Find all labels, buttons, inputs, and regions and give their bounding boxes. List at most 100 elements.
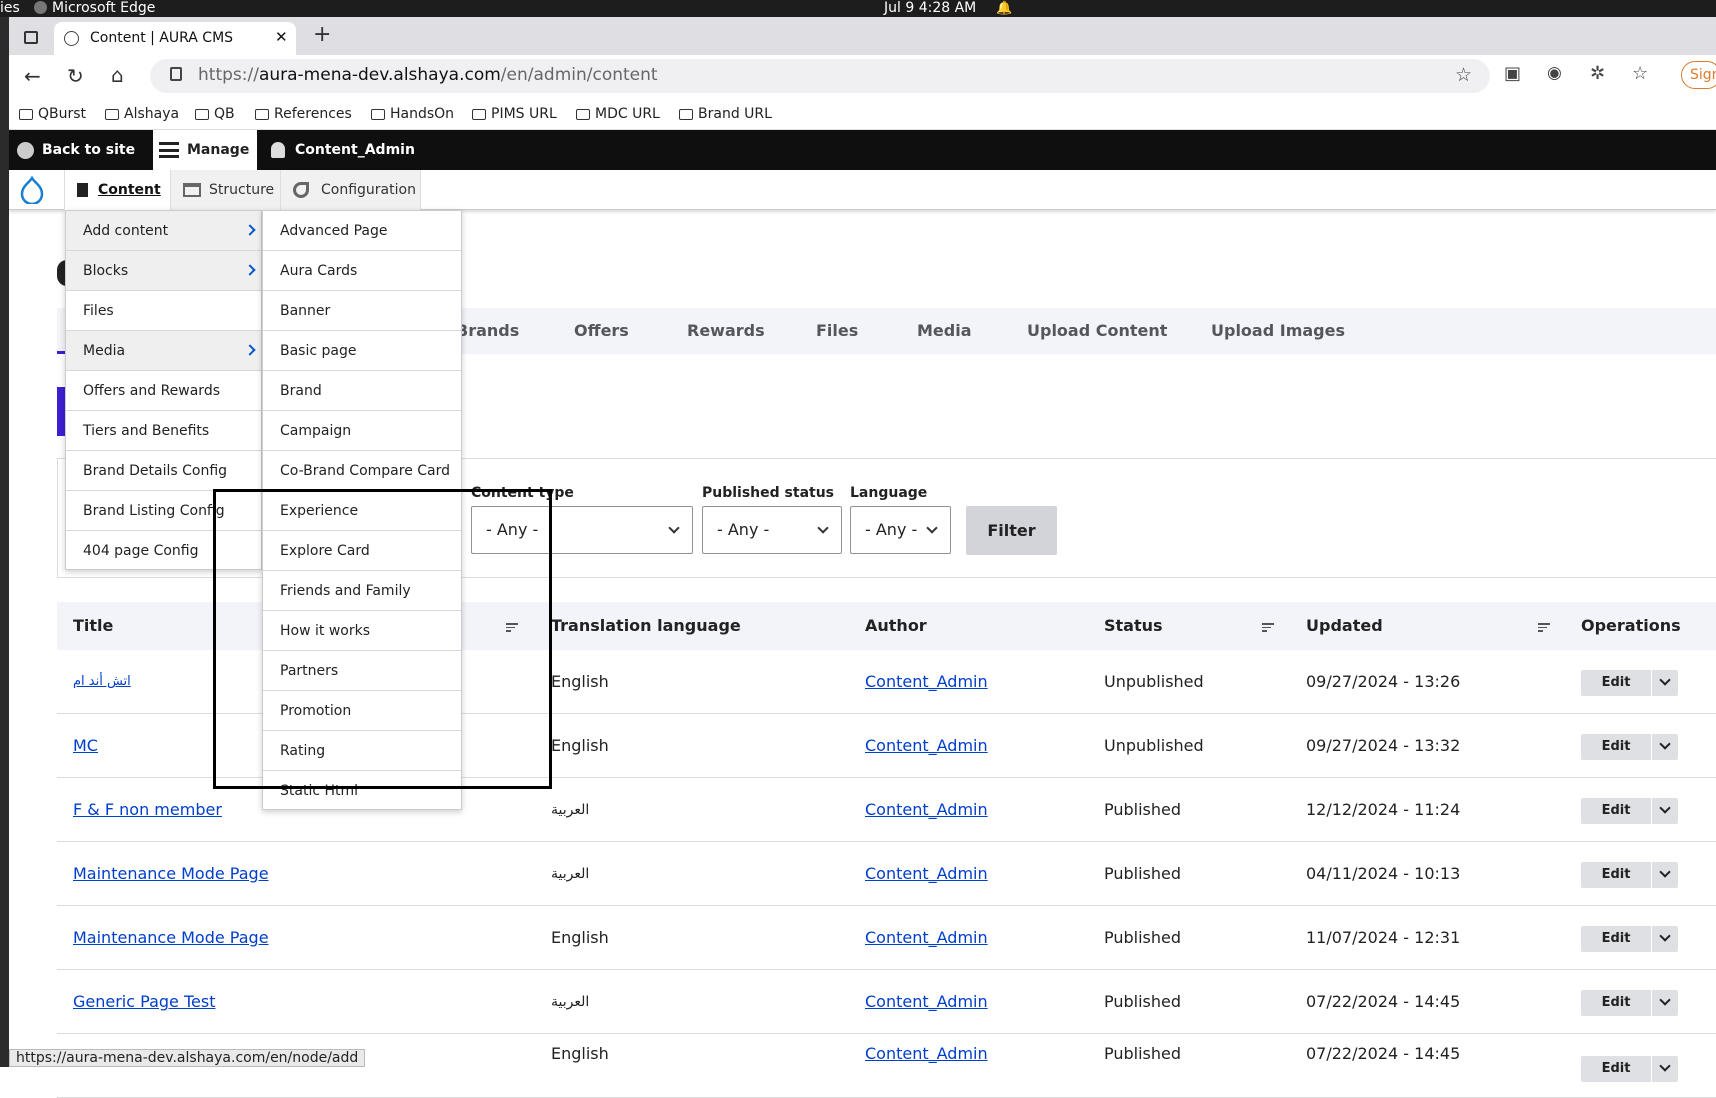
content-type-select[interactable]: - Any - <box>471 506 693 554</box>
camera-icon[interactable]: ◉ <box>1547 63 1562 83</box>
edit-button[interactable]: Edit <box>1581 1056 1651 1082</box>
submenu-static-html[interactable]: Static Html <box>263 771 461 809</box>
col-updated[interactable]: Updated <box>1306 602 1383 650</box>
filter-button[interactable]: Filter <box>966 506 1057 555</box>
drupal-logo-icon[interactable] <box>19 175 45 206</box>
bookmark-mdc-url[interactable]: MDC URL <box>576 103 660 125</box>
row-author-link[interactable]: Content_Admin <box>865 650 988 714</box>
tray-structure[interactable]: Structure <box>171 170 281 210</box>
edit-button[interactable]: Edit <box>1581 926 1651 952</box>
reload-icon[interactable]: ↻ <box>67 64 84 88</box>
language-select[interactable]: - Any - <box>850 506 951 554</box>
tab-upload-images[interactable]: Upload Images <box>1211 308 1345 354</box>
submenu-co-brand-compare-card[interactable]: Co-Brand Compare Card <box>263 451 461 491</box>
app-name[interactable]: Microsoft Edge <box>52 0 155 16</box>
sort-icon[interactable] <box>1262 623 1274 634</box>
sort-icon[interactable] <box>1538 623 1550 634</box>
back-to-site-link[interactable]: Back to site <box>17 130 135 170</box>
bookmark-brand-url[interactable]: Brand URL <box>679 103 772 125</box>
row-author-link[interactable]: Content_Admin <box>865 1022 988 1086</box>
operations-dropdown[interactable] <box>1652 862 1678 888</box>
star-icon[interactable]: ☆ <box>1455 64 1472 86</box>
tray-content[interactable]: Content <box>64 170 171 210</box>
edit-button[interactable]: Edit <box>1581 990 1651 1016</box>
address-bar[interactable]: https://aura-mena-dev.alshaya.com/en/adm… <box>150 59 1490 93</box>
bookmark-pims-url[interactable]: PIMS URL <box>472 103 557 125</box>
menu-add-content[interactable]: Add content <box>66 211 261 251</box>
row-title-link[interactable]: Maintenance Mode Page <box>73 906 269 970</box>
operations-dropdown[interactable] <box>1652 990 1678 1016</box>
tab-actions-icon[interactable] <box>24 31 38 44</box>
submenu-rating[interactable]: Rating <box>263 731 461 771</box>
submenu-how-it-works[interactable]: How it works <box>263 611 461 651</box>
apps-icon[interactable]: ▣ <box>1504 63 1521 84</box>
tab-media[interactable]: Media <box>917 308 972 354</box>
tab-upload-content[interactable]: Upload Content <box>1027 308 1167 354</box>
edit-button[interactable]: Edit <box>1581 734 1651 760</box>
edit-button[interactable]: Edit <box>1581 670 1651 696</box>
submenu-brand[interactable]: Brand <box>263 371 461 411</box>
active-tab[interactable]: Content | AURA CMS ✕ <box>54 22 296 55</box>
submenu-banner[interactable]: Banner <box>263 291 461 331</box>
col-title[interactable]: Title <box>73 602 113 650</box>
menu-offers-and-rewards[interactable]: Offers and Rewards <box>66 371 261 411</box>
menu-media[interactable]: Media <box>66 331 261 371</box>
bookmark-qburst[interactable]: QBurst <box>19 103 86 125</box>
menu-blocks[interactable]: Blocks <box>66 251 261 291</box>
submenu-explore-card[interactable]: Explore Card <box>263 531 461 571</box>
submenu-promotion[interactable]: Promotion <box>263 691 461 731</box>
submenu-friends-and-family[interactable]: Friends and Family <box>263 571 461 611</box>
row-author-link[interactable]: Content_Admin <box>865 778 988 842</box>
home-icon[interactable]: ⌂ <box>111 63 124 87</box>
operations-dropdown[interactable] <box>1652 1056 1678 1082</box>
menu-files[interactable]: Files <box>66 291 261 331</box>
menu-404-page-config[interactable]: 404 page Config <box>66 531 261 571</box>
submenu-partners[interactable]: Partners <box>263 651 461 691</box>
new-tab-icon[interactable]: + <box>313 22 331 47</box>
back-icon[interactable]: ← <box>24 64 41 88</box>
lock-icon[interactable] <box>170 67 182 81</box>
menu-brand-details-config[interactable]: Brand Details Config <box>66 451 261 491</box>
edit-button[interactable]: Edit <box>1581 862 1651 888</box>
row-title-link[interactable]: F & F non member <box>73 778 222 842</box>
row-title-link[interactable]: Maintenance Mode Page <box>73 842 269 906</box>
user-tab[interactable]: Content_Admin <box>271 130 415 170</box>
activities-label[interactable]: ies <box>0 0 20 16</box>
tab-offers[interactable]: Offers <box>574 308 629 354</box>
published-status-select[interactable]: - Any - <box>702 506 842 554</box>
row-title-link[interactable]: اتش أند ام <box>73 650 131 714</box>
add-content-button-edge[interactable] <box>57 387 65 436</box>
row-title-link[interactable]: MC <box>73 714 98 778</box>
submenu-advanced-page[interactable]: Advanced Page <box>263 211 461 251</box>
row-author-link[interactable]: Content_Admin <box>865 842 988 906</box>
tab-files[interactable]: Files <box>816 308 858 354</box>
tab-brands[interactable]: Brands <box>456 308 519 354</box>
submenu-basic-page[interactable]: Basic page <box>263 331 461 371</box>
profile-button[interactable]: Sign <box>1681 61 1716 89</box>
submenu-aura-cards[interactable]: Aura Cards <box>263 251 461 291</box>
manage-tab[interactable]: Manage <box>153 130 257 170</box>
operations-dropdown[interactable] <box>1652 798 1678 824</box>
bell-icon[interactable]: 🔔 <box>996 1 1012 16</box>
menu-brand-listing-config[interactable]: Brand Listing Config <box>66 491 261 531</box>
row-author-link[interactable]: Content_Admin <box>865 714 988 778</box>
bookmark-handson[interactable]: HandsOn <box>371 103 454 125</box>
operations-dropdown[interactable] <box>1652 670 1678 696</box>
clock[interactable]: Jul 9 4:28 AM <box>884 0 976 16</box>
menu-tiers-and-benefits[interactable]: Tiers and Benefits <box>66 411 261 451</box>
edit-button[interactable]: Edit <box>1581 798 1651 824</box>
operations-dropdown[interactable] <box>1652 926 1678 952</box>
operations-dropdown[interactable] <box>1652 734 1678 760</box>
favorites-icon[interactable]: ☆ <box>1632 63 1648 84</box>
sort-icon[interactable] <box>506 623 518 634</box>
tab-rewards[interactable]: Rewards <box>687 308 765 354</box>
row-title-link[interactable]: Generic Page Test <box>73 970 215 1034</box>
extensions-icon[interactable]: ✲ <box>1590 63 1605 84</box>
bookmark-references[interactable]: References <box>255 103 352 125</box>
close-tab-icon[interactable]: ✕ <box>275 28 288 46</box>
col-status[interactable]: Status <box>1104 602 1163 650</box>
row-author-link[interactable]: Content_Admin <box>865 906 988 970</box>
submenu-experience[interactable]: Experience <box>263 491 461 531</box>
tray-configuration[interactable]: Configuration <box>281 170 421 210</box>
bookmark-alshaya[interactable]: Alshaya <box>105 103 179 125</box>
